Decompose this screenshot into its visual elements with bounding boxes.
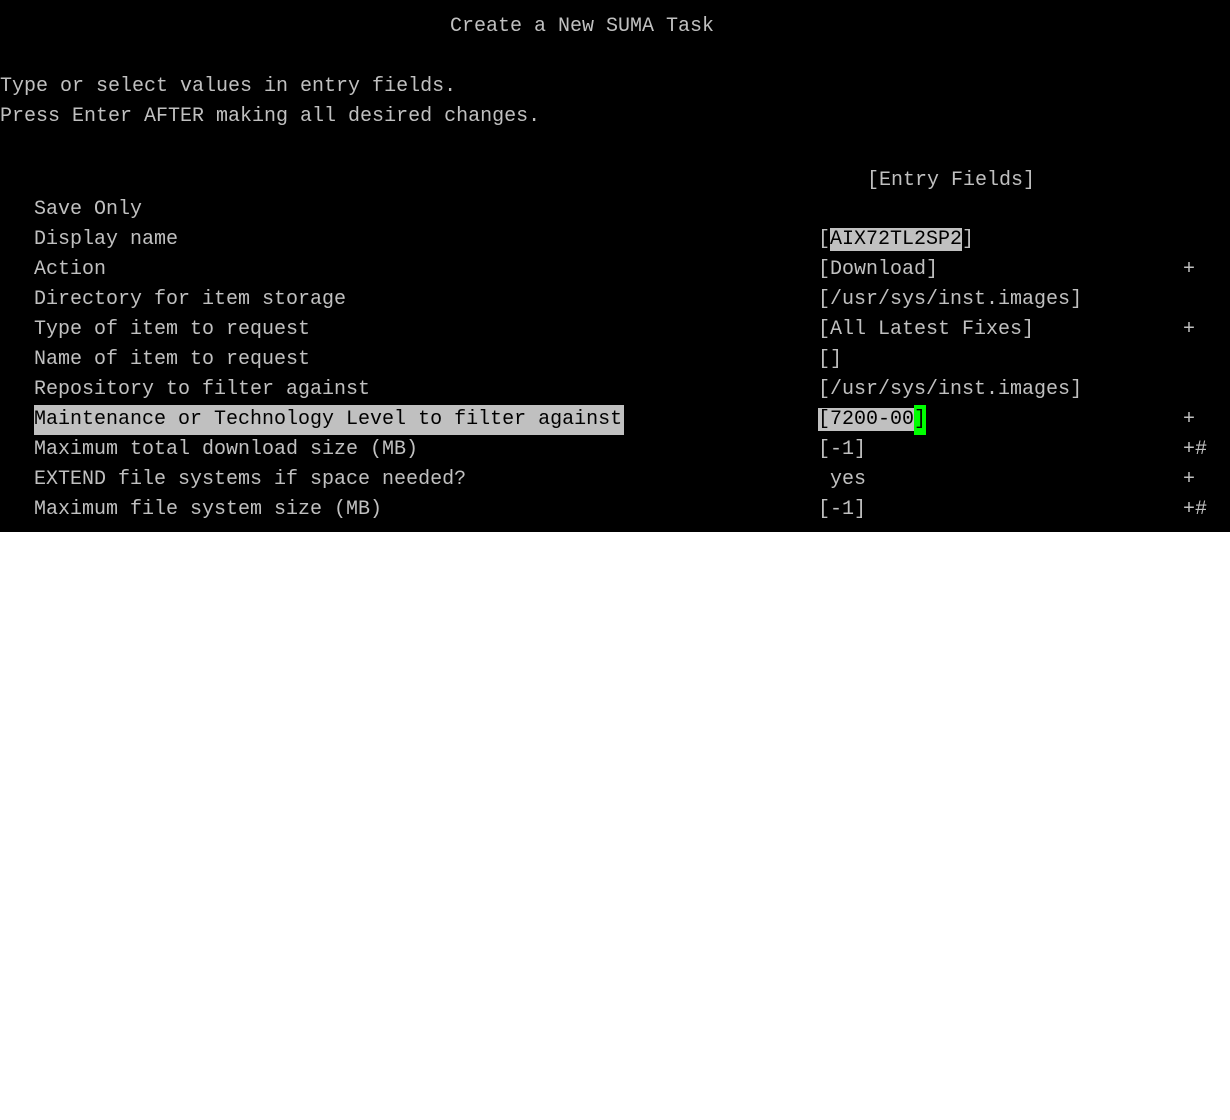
instruction-line-2: Press Enter AFTER making all desired cha… [0, 105, 541, 128]
field-label-max-download-size: Maximum total download size (MB) [34, 438, 419, 461]
extend-fs-list-flag: + [1183, 468, 1196, 491]
directory-field[interactable]: [/usr/sys/inst.images] [818, 285, 1082, 315]
max-fs-size-value[interactable]: -1 [830, 498, 854, 521]
repository-value[interactable]: /usr/sys/inst.images [830, 378, 1070, 401]
text-cursor: ] [914, 405, 927, 435]
field-label-item-name: Name of item to request [34, 348, 311, 371]
item-type-list-flag: + [1183, 318, 1196, 341]
field-label-display-name: Display name [34, 228, 179, 251]
field-label-maintenance-level: Maintenance or Technology Level to filte… [34, 405, 625, 435]
max-fs-size-flag: +# [1183, 498, 1208, 521]
maintenance-level-value[interactable]: 7200-00 [830, 408, 915, 431]
action-field[interactable]: [Download] [818, 255, 938, 285]
item-type-value[interactable]: All Latest Fixes [830, 318, 1022, 341]
repository-field[interactable]: [/usr/sys/inst.images] [818, 375, 1082, 405]
terminal-window: Create a New SUMA Task Type or select va… [0, 0, 1230, 532]
max-download-size-field[interactable]: [-1] [818, 435, 866, 465]
display-name-value[interactable]: AIX72TL2SP2 [830, 228, 963, 251]
maintenance-level-field[interactable]: [7200-00] [818, 405, 927, 435]
maintenance-level-list-flag: + [1183, 408, 1196, 431]
field-label-item-type: Type of item to request [34, 318, 311, 341]
max-download-size-flag: +# [1183, 438, 1208, 461]
directory-value[interactable]: /usr/sys/inst.images [830, 288, 1070, 311]
instruction-line-1: Type or select values in entry fields. [0, 75, 457, 98]
max-download-size-value[interactable]: -1 [830, 438, 854, 461]
field-label-action: Action [34, 258, 107, 281]
action-list-flag: + [1183, 258, 1196, 281]
action-value[interactable]: Download [830, 258, 926, 281]
max-fs-size-field[interactable]: [-1] [818, 495, 866, 525]
field-label-max-fs-size: Maximum file system size (MB) [34, 498, 383, 521]
field-label-repository: Repository to filter against [34, 378, 371, 401]
entry-fields-header: [Entry Fields] [867, 169, 1036, 192]
field-label-extend-fs: EXTEND file systems if space needed? [34, 468, 467, 491]
item-name-field[interactable]: [] [818, 345, 842, 375]
field-label-directory: Directory for item storage [34, 288, 347, 311]
item-type-field[interactable]: [All Latest Fixes] [818, 315, 1034, 345]
page-title: Create a New SUMA Task [450, 15, 715, 38]
field-label-save-only: Save Only [34, 198, 143, 221]
display-name-field[interactable]: [AIX72TL2SP2] [818, 225, 974, 255]
extend-fs-value[interactable]: yes [830, 465, 866, 495]
